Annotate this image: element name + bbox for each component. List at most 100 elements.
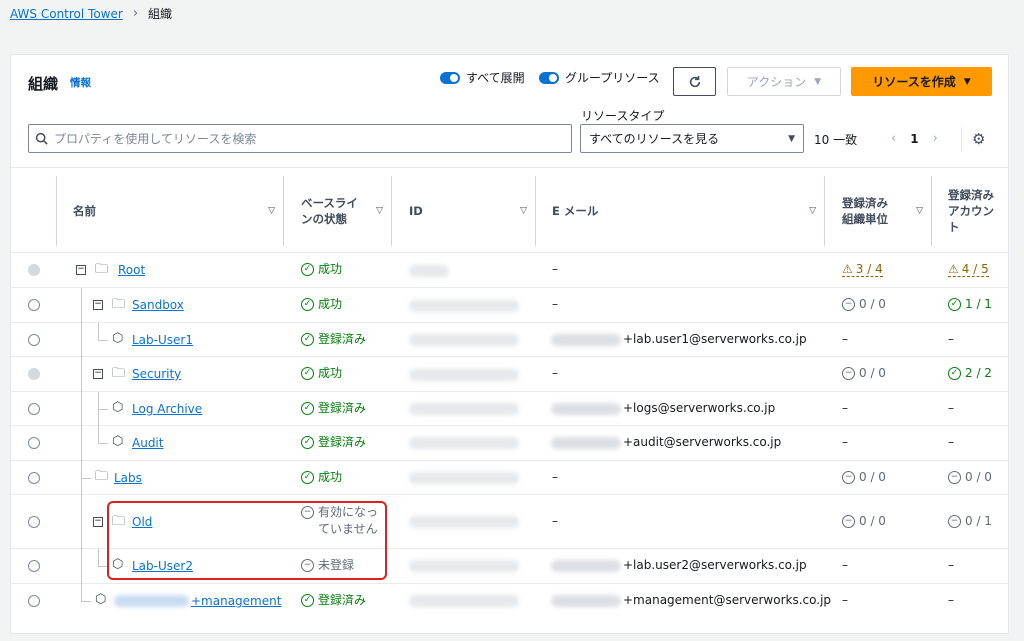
expand-all-toggle[interactable]: すべて展開	[440, 69, 525, 86]
collapse-icon[interactable]: −	[93, 300, 103, 310]
table-row[interactable]: − 🗀 Security ✓ 成功 – −0 / 0 ✓ 2 / 2	[11, 357, 1008, 392]
registered-ou-count: –	[842, 401, 848, 415]
email-value: +lab.user2@serverworks.co.jp	[623, 558, 807, 572]
breadcrumb-current: 組織	[148, 7, 173, 21]
column-divider	[391, 176, 392, 246]
create-resource-button[interactable]: リソースを作成 ▼	[851, 67, 992, 96]
row-radio[interactable]	[28, 595, 40, 607]
row-radio[interactable]	[28, 516, 40, 528]
annotation-highlight-box	[107, 501, 387, 580]
row-radio[interactable]	[28, 334, 40, 346]
prev-page-icon[interactable]: ‹	[891, 131, 896, 146]
refresh-button[interactable]	[673, 67, 716, 96]
minus-circle-icon: −	[948, 514, 961, 528]
organization-panel: 組織 情報 すべて展開 グループリソース アクション ▼ リソースを作成 ▼ プ…	[10, 54, 1009, 634]
group-resources-label: グループリソース	[565, 71, 660, 85]
folder-icon: 🗀	[112, 366, 126, 381]
email-value: –	[552, 262, 558, 276]
collapse-icon[interactable]: −	[93, 369, 103, 379]
table-row[interactable]: ⬡ Log Archive ✓ 登録済み +logs@serverworks.co…	[11, 392, 1008, 426]
breadcrumb-control-tower-link[interactable]: AWS Control Tower	[10, 7, 123, 21]
tree-line	[81, 601, 91, 602]
column-header-registered-ou[interactable]: 登録済み組織単位 ▽	[842, 168, 931, 254]
column-header-id[interactable]: ID ▽	[409, 168, 535, 254]
row-radio[interactable]	[28, 437, 40, 449]
column-header-email[interactable]: E メール ▽	[552, 168, 824, 254]
table-row[interactable]: 🗀 Labs ✓ 成功 – −0 / 0 −0 / 0	[11, 461, 1008, 495]
minus-circle-icon: −	[842, 366, 855, 380]
redacted-id	[409, 369, 519, 381]
row-radio[interactable]	[28, 472, 40, 484]
row-radio[interactable]	[28, 403, 40, 415]
column-divider	[56, 176, 57, 246]
tree-line	[81, 323, 82, 357]
next-page-icon[interactable]: ›	[933, 131, 938, 146]
match-count: 10 一致	[814, 133, 858, 147]
resource-name-link[interactable]: Security	[132, 367, 181, 381]
registered-ou-count: −0 / 0	[842, 470, 886, 484]
warning-icon: ⚠	[948, 262, 959, 276]
baseline-status: ✓ 成功	[301, 365, 342, 382]
column-header-baseline[interactable]: ベースラインの状態 ▽	[301, 168, 391, 254]
registered-account-count: ✓ 2 / 2	[948, 366, 992, 380]
gear-icon[interactable]: ⚙	[972, 130, 985, 148]
minus-circle-icon: −	[948, 470, 961, 484]
expand-all-label: すべて展開	[466, 71, 525, 85]
table-row[interactable]: ⬡ +management ✓ 登録済み +management@serverwo…	[11, 584, 1008, 619]
row-radio	[28, 264, 40, 276]
caret-down-icon: ▼	[814, 76, 822, 87]
column-divider	[283, 176, 284, 246]
email-value: +audit@serverworks.co.jp	[623, 435, 782, 449]
table-row[interactable]: ⬡ Audit ✓ 登録済み +audit@serverworks.co.jp –…	[11, 426, 1008, 461]
folders-icon: 🗀	[95, 262, 109, 277]
table-header: 名前 ▽ ベースラインの状態 ▽ ID ▽ E メール ▽ 登録済み組織単位 ▽	[11, 167, 1008, 254]
table-row[interactable]: ⬡ Lab-User1 ✓ 登録済み +lab.user1@serverworks…	[11, 323, 1008, 357]
account-cube-icon: ⬡	[95, 592, 107, 607]
column-divider	[535, 176, 536, 246]
column-divider	[931, 176, 932, 246]
sort-icon: ▽	[520, 206, 527, 216]
warning-icon: ⚠	[842, 262, 853, 276]
current-page[interactable]: 1	[910, 132, 918, 146]
column-header-registered-account[interactable]: 登録済みアカウント	[948, 168, 1008, 254]
check-circle-icon: ✓	[948, 366, 961, 380]
resource-name-link[interactable]: Lab-User1	[132, 333, 193, 347]
registered-ou-count: −0 / 0	[842, 366, 886, 380]
registered-account-count: ✓ 1 / 1	[948, 297, 992, 311]
collapse-icon[interactable]: −	[93, 517, 103, 527]
redacted-name-prefix	[114, 595, 189, 607]
table-row[interactable]: − 🗀 Root ✓ 成功 – ⚠ 3 / 4 ⚠ 4 / 5	[11, 253, 1008, 288]
resource-name-link[interactable]: Log Archive	[132, 402, 202, 416]
caret-down-icon: ▼	[788, 133, 795, 144]
redacted-id	[409, 560, 519, 572]
tree-line	[98, 443, 108, 444]
tree-line	[98, 409, 108, 410]
info-link[interactable]: 情報	[70, 75, 91, 90]
tree-line	[98, 340, 108, 341]
actions-button[interactable]: アクション ▼	[727, 67, 841, 96]
resource-name-link[interactable]: +management	[191, 594, 281, 608]
group-resources-toggle[interactable]: グループリソース	[539, 69, 660, 86]
table-row[interactable]: − 🗀 Sandbox ✓ 成功 – −0 / 0 ✓ 1 / 1	[11, 288, 1008, 323]
resource-name-link[interactable]: Root	[118, 263, 145, 277]
registered-account-count: –	[948, 332, 954, 346]
registered-account-count: –	[948, 593, 954, 607]
check-circle-icon: ✓	[948, 297, 961, 311]
pagination: ‹ 1 ›	[891, 131, 938, 146]
search-placeholder: プロパティを使用してリソースを検索	[54, 132, 257, 146]
check-circle-icon: ✓	[301, 471, 314, 484]
resource-name-link[interactable]: Labs	[114, 471, 142, 485]
check-circle-icon: ✓	[301, 333, 314, 346]
row-radio[interactable]	[28, 560, 40, 572]
email-value: –	[552, 514, 558, 528]
email-value: +logs@serverworks.co.jp	[623, 401, 776, 415]
resource-name-link[interactable]: Audit	[132, 436, 163, 450]
search-input[interactable]: プロパティを使用してリソースを検索	[28, 124, 572, 153]
column-header-name[interactable]: 名前 ▽	[73, 168, 283, 254]
collapse-icon[interactable]: −	[76, 265, 86, 275]
row-radio[interactable]	[28, 299, 40, 311]
resource-type-select[interactable]: すべてのリソースを見る ▼	[580, 124, 804, 153]
resource-name-link[interactable]: Sandbox	[132, 298, 184, 312]
baseline-status: ✓ 登録済み	[301, 400, 366, 417]
search-icon	[35, 132, 48, 145]
